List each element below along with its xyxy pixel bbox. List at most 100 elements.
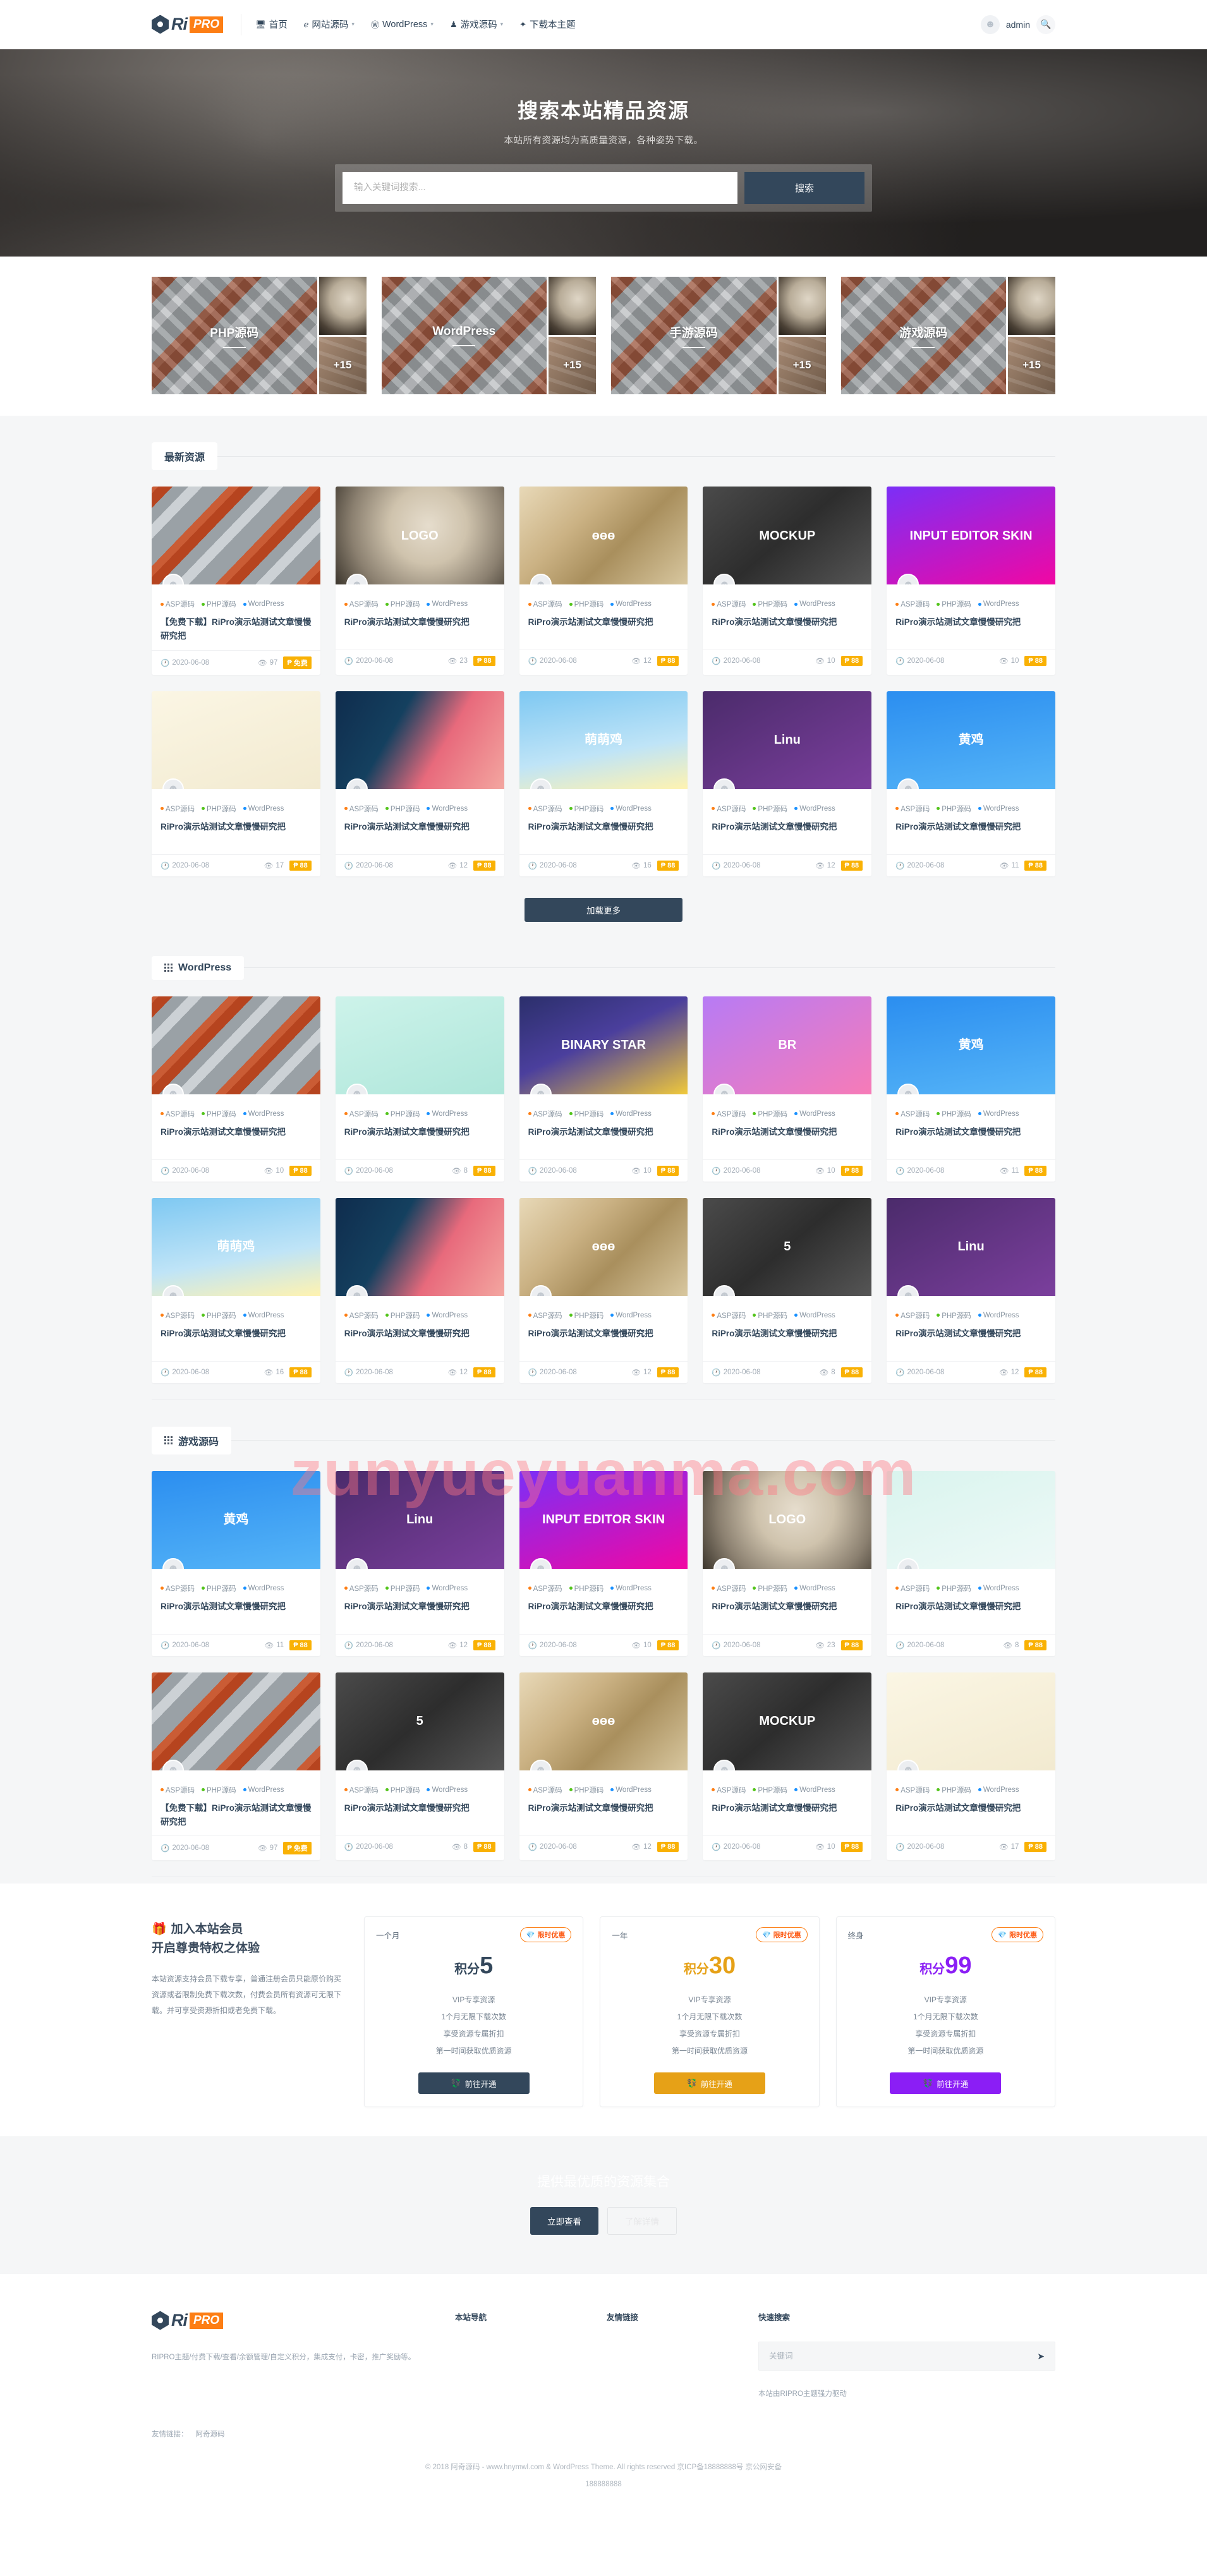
vip-plan-card[interactable]: 一个月 💎 限时优惠 积分5 VIP专享资源 1个月无限下载次数 享受资源专属折扣 第一时间获…: [364, 1916, 584, 2108]
resource-card[interactable]: Linu ☻ ASP源码 PHP源码 WordPress RiPro演示站测试文章慢慢研究…: [335, 1470, 504, 1656]
card-tag-wordpress[interactable]: WordPress: [978, 804, 1019, 814]
card-tag-php[interactable]: PHP源码: [202, 599, 236, 609]
load-more-button[interactable]: 加载更多: [525, 897, 682, 922]
card-tag-asp[interactable]: ASP源码: [344, 804, 379, 814]
category-tile[interactable]: WordPress +15: [381, 277, 596, 394]
card-tag-asp[interactable]: ASP源码: [344, 599, 379, 609]
card-thumbnail[interactable]: 萌萌鸡 ☻: [519, 691, 688, 789]
card-title[interactable]: RiPro演示站测试文章慢慢研究把: [712, 1327, 863, 1355]
card-title[interactable]: RiPro演示站测试文章慢慢研究把: [528, 1600, 679, 1628]
card-thumbnail[interactable]: ☻: [335, 1197, 504, 1296]
resource-card[interactable]: LOGO ☻ ASP源码 PHP源码 WordPress RiPro演示站测试文章慢慢研究…: [703, 1470, 872, 1656]
card-tag-php[interactable]: PHP源码: [569, 1785, 604, 1795]
card-tag-asp[interactable]: ASP源码: [895, 1785, 930, 1795]
resource-card[interactable]: 黄鸡 ☻ ASP源码 PHP源码 WordPress RiPro演示站测试文章慢慢研究把 🕐…: [152, 1470, 320, 1656]
card-tag-wordpress[interactable]: WordPress: [427, 1785, 468, 1795]
card-tag-php[interactable]: PHP源码: [569, 804, 604, 814]
card-tag-php[interactable]: PHP源码: [385, 1109, 420, 1119]
card-title[interactable]: RiPro演示站测试文章慢慢研究把: [161, 820, 312, 848]
category-tile-main[interactable]: 游戏源码: [840, 277, 1006, 394]
vip-plan-card[interactable]: 一年 💎 限时优惠 积分30 VIP专享资源 1个月无限下载次数 享受资源专属折扣 第一时间获…: [600, 1916, 820, 2108]
footer-link-item[interactable]: 阿奇源码: [196, 2429, 225, 2439]
card-tag-wordpress[interactable]: WordPress: [978, 599, 1019, 609]
category-tile-main[interactable]: PHP源码: [152, 277, 317, 394]
card-thumbnail[interactable]: ɵɵɵ ☻: [519, 487, 688, 584]
card-thumbnail[interactable]: 萌萌鸡 ☻: [152, 1197, 320, 1296]
card-thumbnail[interactable]: ☻: [887, 1470, 1055, 1569]
card-title[interactable]: RiPro演示站测试文章慢慢研究把: [344, 1125, 495, 1153]
card-thumbnail[interactable]: LOGO ☻: [703, 1470, 872, 1569]
card-tag-asp[interactable]: ASP源码: [161, 1583, 195, 1593]
resource-card[interactable]: Linu ☻ ASP源码 PHP源码 WordPress RiPro演示站测试文章慢慢研究…: [887, 1197, 1055, 1383]
card-thumbnail[interactable]: Linu ☻: [887, 1197, 1055, 1296]
card-title[interactable]: RiPro演示站测试文章慢慢研究把: [161, 1327, 312, 1355]
card-title[interactable]: RiPro演示站测试文章慢慢研究把: [161, 1600, 312, 1628]
plan-subscribe-button[interactable]: 💱 前往开通: [653, 2072, 765, 2095]
card-thumbnail[interactable]: MOCKUP ☻: [703, 487, 872, 584]
category-side-thumb-top[interactable]: [778, 277, 826, 335]
card-title[interactable]: RiPro演示站测试文章慢慢研究把: [528, 1327, 679, 1355]
resource-card[interactable]: 黄鸡 ☻ ASP源码 PHP源码 WordPress RiPro演示站测试文章慢慢研究把 🕐…: [887, 996, 1055, 1182]
nav-item-wordpress[interactable]: Ⓦ WordPress ▾: [371, 18, 434, 30]
card-tag-wordpress[interactable]: WordPress: [978, 1310, 1019, 1321]
resource-card[interactable]: ☻ ASP源码 PHP源码 WordPress 【免费下载】RiPro演示站测试文章慢慢…: [152, 1672, 320, 1861]
resource-card[interactable]: 5 ☻ ASP源码 PHP源码 WordPress RiPro演示站测试文章慢慢研究把 🕐 2…: [703, 1197, 872, 1383]
card-thumbnail[interactable]: ☻: [152, 691, 320, 789]
search-submit-button[interactable]: 搜索: [744, 171, 864, 204]
card-tag-php[interactable]: PHP源码: [937, 1583, 971, 1593]
resource-card[interactable]: ☻ ASP源码 PHP源码 WordPress RiPro演示站测试文章慢慢研究把 🕐 20…: [152, 691, 320, 876]
card-title[interactable]: RiPro演示站测试文章慢慢研究把: [712, 1801, 863, 1829]
card-tag-asp[interactable]: ASP源码: [161, 1785, 195, 1795]
card-title[interactable]: RiPro演示站测试文章慢慢研究把: [895, 1327, 1046, 1355]
resource-card[interactable]: ☻ ASP源码 PHP源码 WordPress RiPro演示站测试文章慢慢研究把 🕐 20…: [335, 996, 504, 1182]
card-tag-wordpress[interactable]: WordPress: [243, 804, 284, 814]
card-tag-php[interactable]: PHP源码: [937, 804, 971, 814]
card-tag-asp[interactable]: ASP源码: [344, 1583, 379, 1593]
card-thumbnail[interactable]: ☻: [152, 996, 320, 1094]
card-tag-php[interactable]: PHP源码: [202, 1785, 236, 1795]
card-tag-php[interactable]: PHP源码: [937, 1310, 971, 1321]
card-thumbnail[interactable]: MOCKUP ☻: [703, 1672, 872, 1770]
card-tag-php[interactable]: PHP源码: [202, 1583, 236, 1593]
card-tag-wordpress[interactable]: WordPress: [610, 1109, 652, 1119]
category-tile[interactable]: 手游源码 +15: [611, 277, 826, 394]
card-tag-asp[interactable]: ASP源码: [528, 1583, 562, 1593]
resource-card[interactable]: Linu ☻ ASP源码 PHP源码 WordPress RiPro演示站测试文章慢慢研究…: [703, 691, 872, 876]
nav-item-website-source[interactable]: ℯ 网站源码 ▾: [304, 18, 355, 31]
card-thumbnail[interactable]: ☻: [887, 1672, 1055, 1770]
resource-card[interactable]: MOCKUP ☻ ASP源码 PHP源码 WordPress RiPro演示站测试文章慢慢…: [703, 487, 872, 675]
card-tag-php[interactable]: PHP源码: [569, 1583, 604, 1593]
card-title[interactable]: 【免费下载】RiPro演示站测试文章慢慢研究把: [161, 1801, 312, 1830]
card-tag-asp[interactable]: ASP源码: [161, 804, 195, 814]
card-title[interactable]: RiPro演示站测试文章慢慢研究把: [895, 615, 1046, 643]
card-tag-asp[interactable]: ASP源码: [712, 1310, 746, 1321]
card-tag-asp[interactable]: ASP源码: [712, 1109, 746, 1119]
category-tile-main[interactable]: WordPress: [381, 277, 547, 394]
footer-logo[interactable]: Ri PRO: [152, 2311, 455, 2330]
card-tag-wordpress[interactable]: WordPress: [794, 1785, 835, 1795]
category-side-thumb-top[interactable]: [318, 277, 367, 335]
card-tag-wordpress[interactable]: WordPress: [243, 1310, 284, 1321]
card-title[interactable]: RiPro演示站测试文章慢慢研究把: [344, 615, 495, 643]
card-tag-asp[interactable]: ASP源码: [528, 1109, 562, 1119]
card-title[interactable]: RiPro演示站测试文章慢慢研究把: [712, 1125, 863, 1153]
card-tag-asp[interactable]: ASP源码: [895, 1310, 930, 1321]
card-tag-php[interactable]: PHP源码: [385, 1310, 420, 1321]
resource-card[interactable]: ☻ ASP源码 PHP源码 WordPress RiPro演示站测试文章慢慢研究把 🕐 20…: [335, 1197, 504, 1383]
cta-primary-button[interactable]: 立即查看: [530, 2207, 598, 2235]
card-tag-php[interactable]: PHP源码: [569, 1310, 604, 1321]
card-thumbnail[interactable]: 黄鸡 ☻: [887, 996, 1055, 1094]
card-title[interactable]: RiPro演示站测试文章慢慢研究把: [712, 820, 863, 848]
card-tag-php[interactable]: PHP源码: [202, 1310, 236, 1321]
card-tag-php[interactable]: PHP源码: [569, 1109, 604, 1119]
resource-card[interactable]: BR ☻ ASP源码 PHP源码 WordPress RiPro演示站测试文章慢慢研究把 🕐…: [703, 996, 872, 1182]
card-tag-wordpress[interactable]: WordPress: [978, 1109, 1019, 1119]
resource-card[interactable]: LOGO ☻ ASP源码 PHP源码 WordPress RiPro演示站测试文章慢慢研究…: [335, 487, 504, 675]
card-title[interactable]: RiPro演示站测试文章慢慢研究把: [895, 1801, 1046, 1829]
card-tag-wordpress[interactable]: WordPress: [427, 599, 468, 609]
card-tag-asp[interactable]: ASP源码: [161, 1109, 195, 1119]
category-tile-main[interactable]: 手游源码: [611, 277, 777, 394]
card-tag-php[interactable]: PHP源码: [937, 1785, 971, 1795]
card-thumbnail[interactable]: 黄鸡 ☻: [887, 691, 1055, 789]
card-tag-wordpress[interactable]: WordPress: [427, 1109, 468, 1119]
